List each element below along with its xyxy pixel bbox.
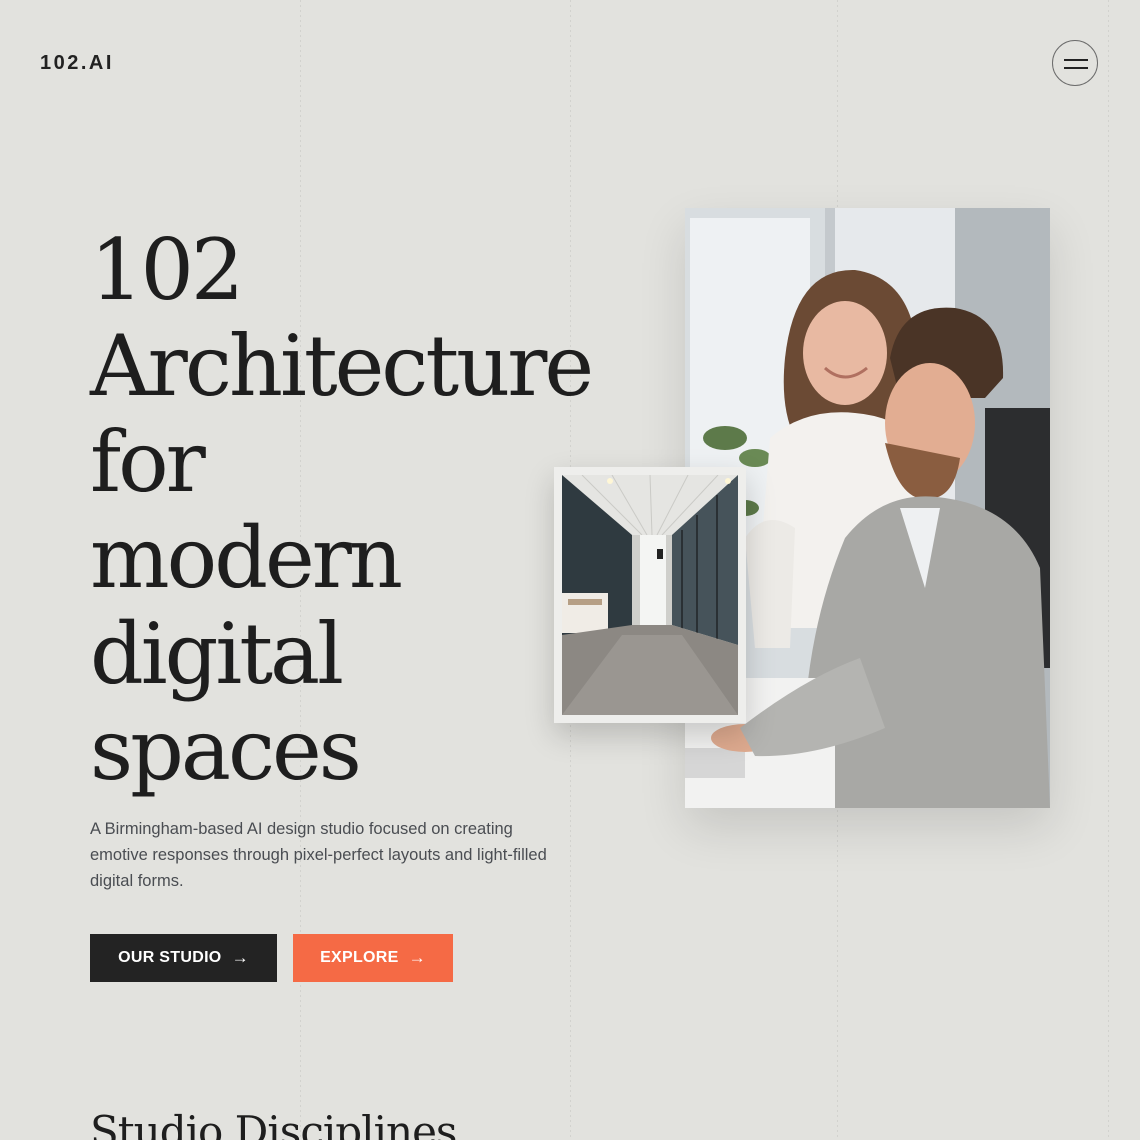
arrow-right-icon: → (408, 948, 426, 967)
logo[interactable]: 102.AI (40, 52, 114, 75)
photo-office-corridor (554, 467, 746, 723)
hamburger-icon-line (1064, 67, 1088, 69)
hero-description: A Birmingham-based AI design studio focu… (90, 820, 547, 890)
menu-button[interactable] (1052, 40, 1098, 86)
hero-title-line: 102 (90, 221, 244, 319)
studio-disciplines-heading: Studio Disciplines (90, 1107, 457, 1140)
hamburger-icon (1064, 59, 1088, 61)
explore-button-label: EXPLORE (320, 949, 399, 966)
our-studio-button-label: OUR STUDIO (118, 949, 222, 966)
our-studio-button[interactable]: OUR STUDIO → (90, 934, 277, 982)
explore-button[interactable]: EXPLORE → (293, 934, 453, 982)
arrow-right-icon: → (231, 948, 249, 967)
hero-title-line: Architecture (90, 317, 594, 415)
